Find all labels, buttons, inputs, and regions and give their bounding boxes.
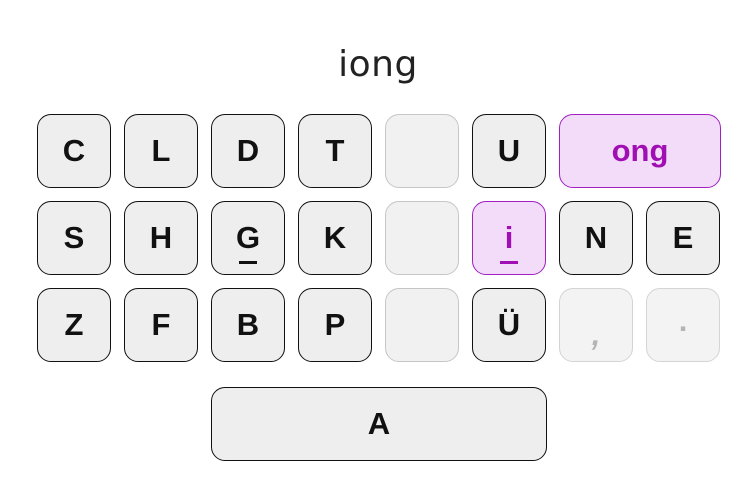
key-label: K	[323, 220, 347, 255]
key-a[interactable]: A	[211, 387, 547, 461]
key-label: S	[63, 220, 85, 255]
key-label: ,	[591, 317, 601, 352]
key-label: .	[678, 303, 688, 338]
key-h[interactable]: H	[124, 201, 198, 275]
key-c[interactable]: C	[37, 114, 111, 188]
key-label: E	[672, 220, 694, 255]
key-f[interactable]: F	[124, 288, 198, 362]
key-n[interactable]: N	[559, 201, 633, 275]
key-blank	[385, 288, 459, 362]
key-s[interactable]: S	[37, 201, 111, 275]
key-z[interactable]: Z	[37, 288, 111, 362]
key-label: P	[324, 307, 346, 342]
key-e[interactable]: E	[646, 201, 720, 275]
key-k[interactable]: K	[298, 201, 372, 275]
composition-text: iong	[338, 44, 418, 85]
key-d[interactable]: D	[211, 114, 285, 188]
key-comma[interactable]: ,	[559, 288, 633, 362]
key-label: B	[236, 307, 260, 342]
key-u[interactable]: U	[472, 114, 546, 188]
key-blank	[385, 114, 459, 188]
key-p[interactable]: P	[298, 288, 372, 362]
key-label: A	[367, 406, 391, 441]
key-ong[interactable]: ong	[559, 114, 721, 188]
key-label: T	[325, 133, 345, 168]
key-label: L	[151, 133, 171, 168]
key-period[interactable]: .	[646, 288, 720, 362]
key-t[interactable]: T	[298, 114, 372, 188]
key-label: i	[504, 220, 514, 255]
key-label: F	[151, 307, 171, 342]
key-i[interactable]: i	[472, 201, 546, 275]
key-label: Z	[64, 307, 84, 342]
key-label: ong	[611, 133, 669, 168]
key-label: D	[236, 133, 260, 168]
key-blank	[385, 201, 459, 275]
key-label: N	[584, 220, 608, 255]
key-g[interactable]: G	[211, 201, 285, 275]
key-label: H	[149, 220, 173, 255]
key-u-umlaut[interactable]: Ü	[472, 288, 546, 362]
key-b[interactable]: B	[211, 288, 285, 362]
key-label: C	[62, 133, 86, 168]
key-label: U	[497, 133, 521, 168]
key-label: Ü	[497, 307, 521, 342]
key-l[interactable]: L	[124, 114, 198, 188]
key-label: G	[235, 220, 261, 255]
